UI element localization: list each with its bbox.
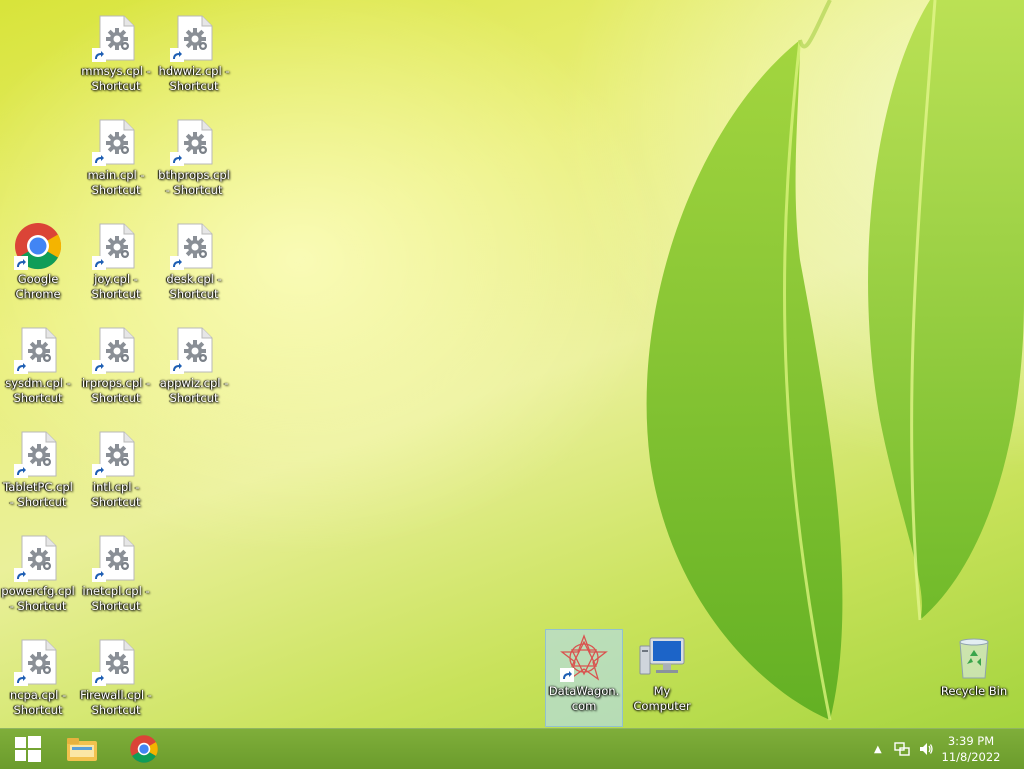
- show-hidden-icons-chevron[interactable]: ▲: [874, 744, 882, 755]
- datawagon-icon: [560, 634, 608, 682]
- desktop-icon[interactable]: ncpa.cpl - Shortcut: [0, 634, 76, 730]
- shortcut-arrow-icon: [14, 464, 28, 478]
- file-explorer-taskbar-button[interactable]: [54, 729, 110, 769]
- shortcut-arrow-icon: [14, 568, 28, 582]
- folder-icon: [67, 738, 97, 761]
- cpl-file-icon: [14, 534, 62, 582]
- shortcut-arrow-icon: [92, 48, 106, 62]
- desktop-icon-label: bthprops.cpl - Shortcut: [158, 168, 230, 197]
- desktop-icon[interactable]: powercfg.cpl - Shortcut: [0, 530, 76, 626]
- desktop-icon-label: irprops.cpl - Shortcut: [81, 376, 151, 405]
- shortcut-arrow-icon: [14, 360, 28, 374]
- taskbar: ▲ 3:39 PM 11/8/2022: [0, 728, 1024, 769]
- desktop-icon[interactable]: inetcpl.cpl - Shortcut: [78, 530, 154, 626]
- shortcut-arrow-icon: [14, 256, 28, 270]
- shortcut-arrow-icon: [92, 568, 106, 582]
- chrome-icon: [130, 735, 158, 763]
- desktop-icon-label: mmsys.cpl - Shortcut: [81, 64, 151, 93]
- shortcut-arrow-icon: [92, 256, 106, 270]
- desktop-icon[interactable]: Firewall.cpl - Shortcut: [78, 634, 154, 730]
- cpl-file-icon: [14, 326, 62, 374]
- desktop-icon[interactable]: Google Chrome: [0, 218, 76, 314]
- desktop-icon-label: Recycle Bin: [940, 684, 1008, 698]
- desktop-icon[interactable]: mmsys.cpl - Shortcut: [78, 10, 154, 106]
- cpl-file-icon: [14, 430, 62, 478]
- desktop-icon[interactable]: My Computer: [624, 630, 700, 726]
- desktop-icon-label: Google Chrome: [15, 272, 61, 301]
- desktop-icon[interactable]: sysdm.cpl - Shortcut: [0, 322, 76, 418]
- shortcut-arrow-icon: [170, 256, 184, 270]
- desktop-icon[interactable]: main.cpl - Shortcut: [78, 114, 154, 210]
- cpl-file-icon: [92, 430, 140, 478]
- shortcut-arrow-icon: [560, 668, 574, 682]
- desktop-icon-label: ncpa.cpl - Shortcut: [9, 688, 67, 717]
- computer-icon: [638, 634, 686, 682]
- clock[interactable]: 3:39 PM 11/8/2022: [936, 733, 1006, 765]
- chrome-taskbar-button[interactable]: [116, 729, 172, 769]
- desktop-icon[interactable]: DataWagon.com: [545, 629, 623, 727]
- desktop-icon[interactable]: appwiz.cpl - Shortcut: [156, 322, 232, 418]
- cpl-file-icon: [92, 14, 140, 62]
- cpl-file-icon: [92, 118, 140, 166]
- shortcut-arrow-icon: [170, 360, 184, 374]
- clock-time: 3:39 PM: [947, 734, 995, 748]
- recycle-bin-icon: [950, 634, 998, 682]
- cpl-file-icon: [14, 638, 62, 686]
- desktop-icon[interactable]: bthprops.cpl - Shortcut: [156, 114, 232, 210]
- cpl-file-icon: [170, 326, 218, 374]
- desktop-icon-label: desk.cpl - Shortcut: [166, 272, 222, 301]
- start-button[interactable]: [0, 729, 56, 769]
- shortcut-arrow-icon: [170, 48, 184, 62]
- volume-icon[interactable]: [918, 741, 934, 757]
- desktop-icon[interactable]: intl.cpl - Shortcut: [78, 426, 154, 522]
- shortcut-arrow-icon: [92, 672, 106, 686]
- desktop-icon-label: powercfg.cpl - Shortcut: [1, 584, 75, 613]
- desktop-icon-label: My Computer: [633, 684, 691, 713]
- cpl-file-icon: [92, 638, 140, 686]
- desktop-icon-label: hdwwiz.cpl - Shortcut: [158, 64, 230, 93]
- cpl-file-icon: [92, 534, 140, 582]
- shortcut-arrow-icon: [14, 672, 28, 686]
- cpl-file-icon: [170, 14, 218, 62]
- chrome-icon: [14, 222, 62, 270]
- desktop-icon-label: joy.cpl - Shortcut: [91, 272, 141, 301]
- clock-date: 11/8/2022: [941, 750, 1001, 764]
- desktop-icon[interactable]: joy.cpl - Shortcut: [78, 218, 154, 314]
- desktop-icon-label: DataWagon.com: [548, 684, 620, 713]
- desktop-icon-label: sysdm.cpl - Shortcut: [5, 376, 71, 405]
- desktop-icon-label: intl.cpl - Shortcut: [91, 480, 141, 509]
- cpl-file-icon: [92, 222, 140, 270]
- desktop-icon[interactable]: TabletPC.cpl - Shortcut: [0, 426, 76, 522]
- desktop-icon[interactable]: hdwwiz.cpl - Shortcut: [156, 10, 232, 106]
- desktop-icon[interactable]: Recycle Bin: [936, 630, 1012, 726]
- desktop-icon-label: TabletPC.cpl - Shortcut: [3, 480, 73, 509]
- desktop-icon-label: main.cpl - Shortcut: [87, 168, 145, 197]
- cpl-file-icon: [170, 222, 218, 270]
- shortcut-arrow-icon: [170, 152, 184, 166]
- desktop-icon[interactable]: irprops.cpl - Shortcut: [78, 322, 154, 418]
- desktop-icon-label: Firewall.cpl - Shortcut: [80, 688, 152, 717]
- network-icon[interactable]: [894, 741, 910, 757]
- desktop-icon-label: inetcpl.cpl - Shortcut: [82, 584, 150, 613]
- shortcut-arrow-icon: [92, 464, 106, 478]
- desktop-icon[interactable]: desk.cpl - Shortcut: [156, 218, 232, 314]
- shortcut-arrow-icon: [92, 360, 106, 374]
- desktop-icon-label: appwiz.cpl - Shortcut: [159, 376, 229, 405]
- cpl-file-icon: [170, 118, 218, 166]
- shortcut-arrow-icon: [92, 152, 106, 166]
- windows-logo-icon: [15, 736, 41, 762]
- cpl-file-icon: [92, 326, 140, 374]
